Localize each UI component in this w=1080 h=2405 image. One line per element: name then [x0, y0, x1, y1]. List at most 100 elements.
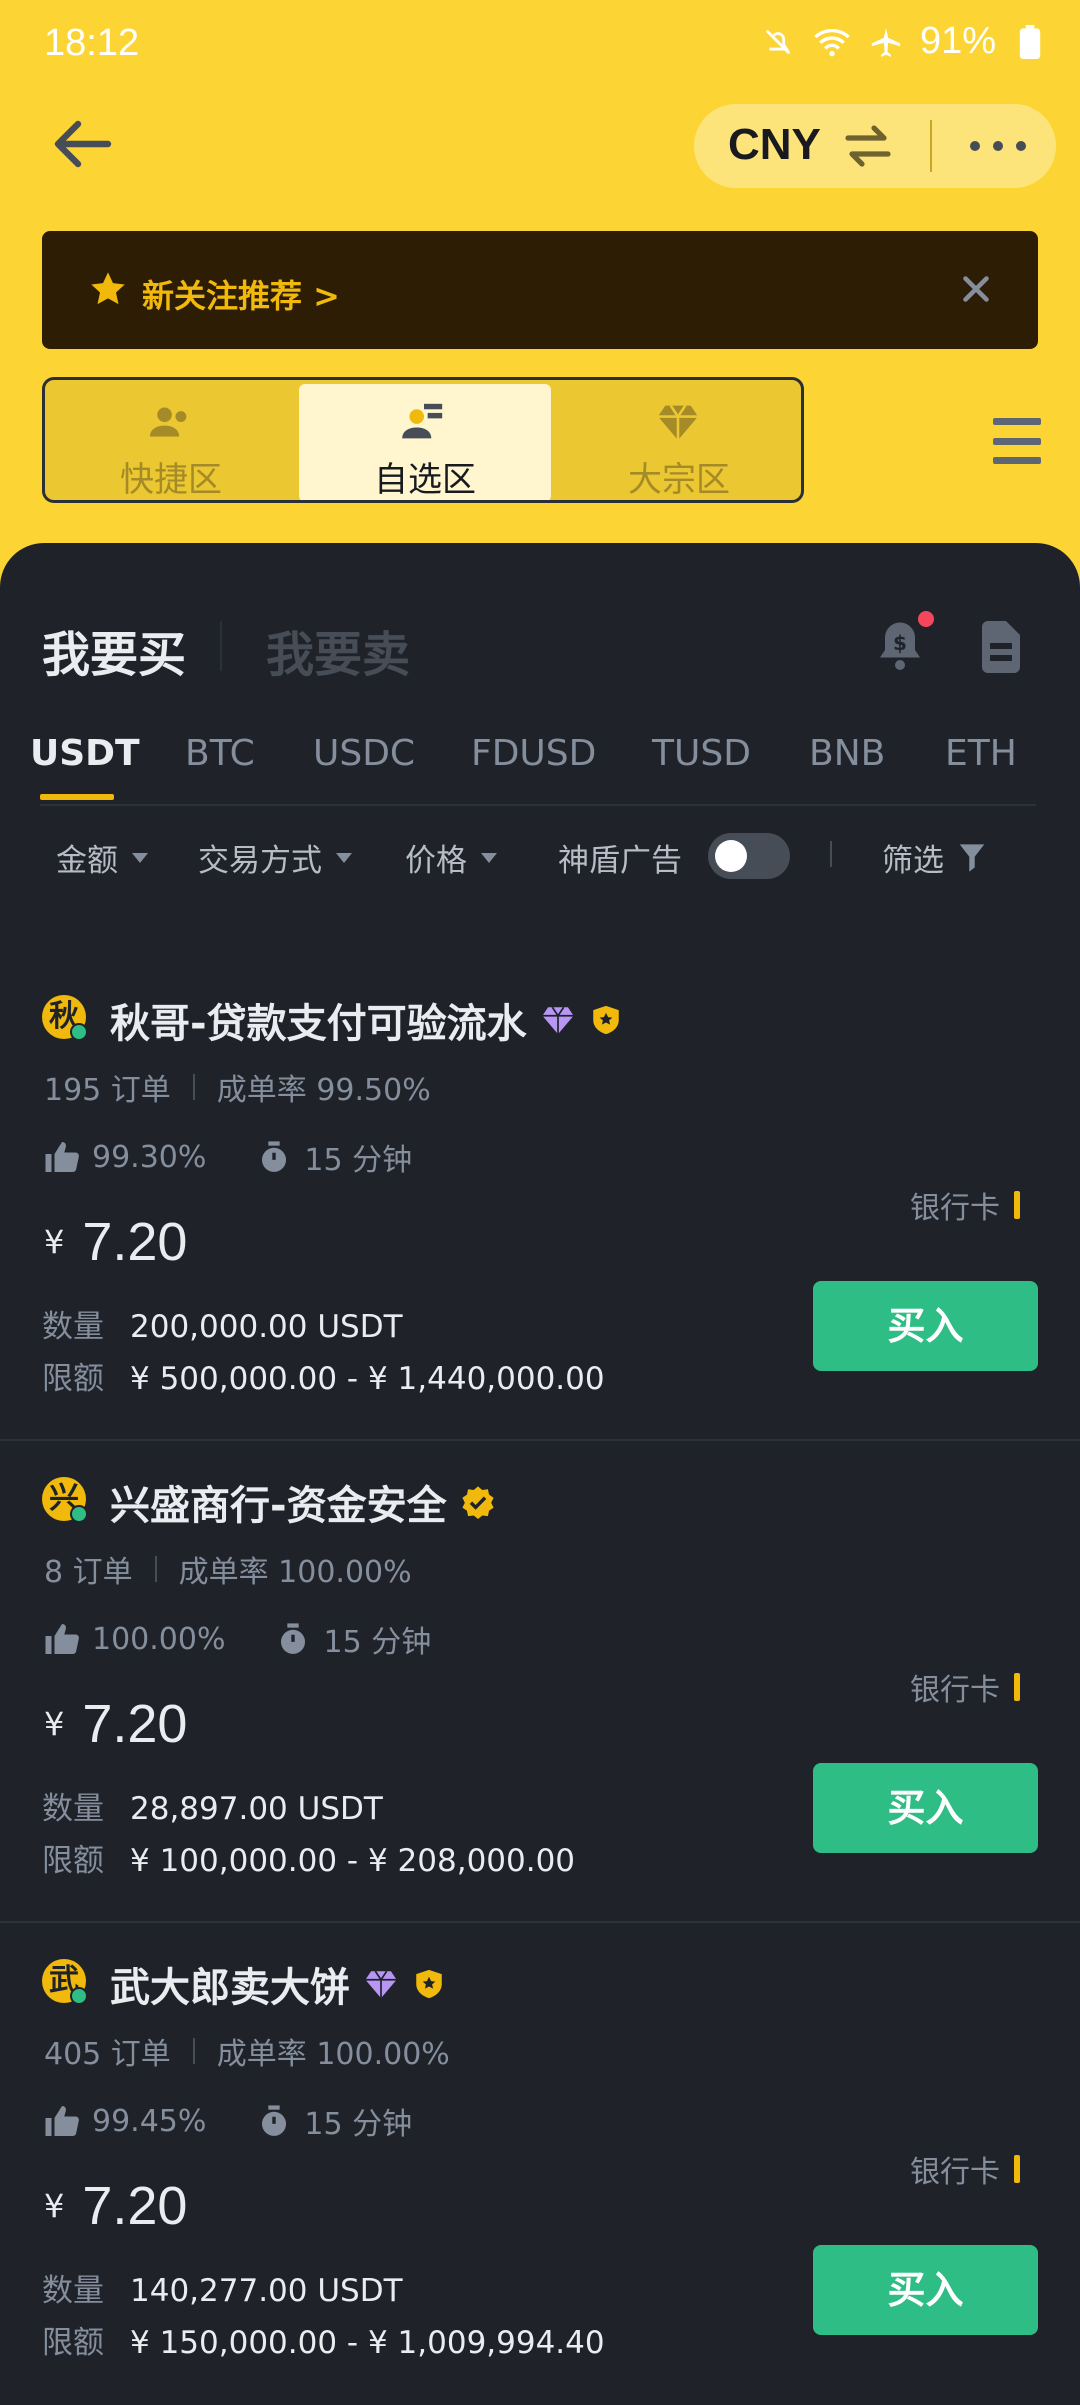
merchant-name-text: 秋哥-贷款支付可验流水	[110, 1001, 527, 1047]
coin-tab-tusd[interactable]: TUSD	[652, 733, 751, 774]
coin-tab-fdusd[interactable]: FDUSD	[471, 733, 596, 774]
ad-card: 兴 兴盛商行-资金安全 8 订单 成单率 100.00% 100.00% 15 分…	[0, 1443, 1080, 1923]
currency-selector[interactable]: CNY	[694, 104, 1056, 188]
thumbs-up-icon	[45, 2106, 79, 2137]
quantity-label: 数量	[42, 1309, 104, 1345]
tab-label: 大宗区	[628, 460, 730, 500]
payment-method: 银行卡	[910, 2147, 1020, 2191]
buy-button[interactable]: 买入	[813, 2245, 1038, 2335]
recommend-banner[interactable]: 新关注推荐 >	[42, 231, 1038, 349]
star-icon	[88, 269, 128, 309]
banner-text: 新关注推荐 >	[142, 277, 340, 315]
filter-bar: 金额 交易方式 价格 神盾广告 筛选	[0, 833, 1080, 905]
merchant-name-text: 武大郎卖大饼	[110, 1965, 350, 2011]
tab-buy[interactable]: 我要买	[42, 615, 186, 685]
ad-divider	[0, 1439, 1080, 1441]
avatar[interactable]: 秋	[42, 995, 88, 1041]
order-count: 405 订单	[44, 2037, 171, 2072]
pill-divider	[930, 120, 932, 172]
payment-color-bar	[1014, 2155, 1020, 2183]
positive-rate: 99.30%	[92, 1139, 207, 1175]
back-arrow-icon[interactable]	[52, 118, 112, 170]
timer-icon	[281, 1623, 306, 1654]
tab-sell[interactable]: 我要卖	[266, 615, 410, 685]
merchant-name[interactable]: 兴盛商行-资金安全	[110, 1473, 495, 1531]
shield-ads-toggle[interactable]	[708, 833, 790, 879]
quantity-row: 数量 200,000.00 USDT	[42, 1301, 403, 1346]
filter-amount[interactable]: 金额	[56, 835, 148, 880]
payment-time: 15 分钟	[304, 2107, 413, 2142]
coin-tab-btc[interactable]: BTC	[185, 733, 255, 774]
status-time: 18:12	[44, 22, 140, 64]
quantity-value: 200,000.00 USDT	[130, 1309, 403, 1345]
merchant-name[interactable]: 秋哥-贷款支付可验流水	[110, 991, 623, 1049]
merchant-metrics: 100.00% 15 分钟	[44, 1617, 431, 1661]
limit-row: 限额 ¥ 100,000.00 - ¥ 208,000.00	[42, 1835, 575, 1880]
status-bar: 18:12 91%	[0, 0, 1080, 92]
status-icons: 91%	[758, 20, 1050, 63]
buy-button[interactable]: 买入	[813, 1281, 1038, 1371]
wifi-icon	[812, 22, 852, 62]
timer-icon	[262, 2105, 287, 2136]
coin-tab-bnb[interactable]: BNB	[809, 733, 885, 774]
merchant-name[interactable]: 武大郎卖大饼	[110, 1955, 446, 2013]
notification-dot	[918, 611, 934, 627]
menu-icon[interactable]	[993, 418, 1041, 464]
shield-ads-label: 神盾广告	[558, 835, 682, 880]
payment-time: 15 分钟	[304, 1143, 413, 1178]
coin-tabs-divider	[40, 804, 1036, 806]
toggle-knob	[715, 840, 747, 872]
quantity-value: 140,277.00 USDT	[130, 2273, 403, 2309]
tab-select-zone[interactable]: 自选区	[299, 384, 551, 500]
avatar[interactable]: 兴	[42, 1477, 88, 1523]
coin-tabs: USDT BTC USDC FDUSD TUSD BNB ETH	[0, 733, 1080, 803]
completion-rate: 成单率 99.50%	[216, 1073, 431, 1108]
ad-price: ¥7.20	[44, 2175, 187, 2237]
verified-badge-icon	[462, 1486, 494, 1519]
diamond-badge-icon	[542, 1006, 574, 1035]
limit-value: ¥ 500,000.00 - ¥ 1,440,000.00	[130, 1361, 605, 1397]
filter-price-label: 价格	[405, 843, 467, 879]
airplane-icon	[866, 22, 906, 62]
diamond-badge-icon	[365, 1970, 397, 1999]
online-dot	[70, 1987, 88, 2005]
ad-price: ¥7.20	[44, 1693, 187, 1755]
price-value: 7.20	[82, 1694, 188, 1754]
coin-tab-usdt[interactable]: USDT	[30, 733, 140, 774]
swap-icon[interactable]	[844, 124, 892, 168]
currency-label: CNY	[728, 120, 821, 169]
limit-label: 限额	[42, 1843, 104, 1879]
filter-button[interactable]: 筛选	[882, 835, 986, 880]
caret-down-icon	[132, 852, 148, 863]
header-area: 18:12 91% CNY 新关注推荐 > 快捷区 自选区 大宗区	[0, 0, 1080, 600]
coin-tab-eth[interactable]: ETH	[945, 733, 1017, 774]
currency-symbol: ¥	[44, 2187, 65, 2225]
order-count: 195 订单	[44, 1073, 171, 1108]
coin-tab-usdc[interactable]: USDC	[313, 733, 415, 774]
buy-button[interactable]: 买入	[813, 1763, 1038, 1853]
limit-label: 限额	[42, 2325, 104, 2361]
payment-color-bar	[1014, 1191, 1020, 1219]
p2p-panel: 我要买 我要卖 $ USDT BTC USDC FDUSD TUSD BNB E…	[0, 543, 1080, 2361]
merchant-metrics: 99.30% 15 分钟	[44, 1135, 412, 1179]
orders-icon[interactable]	[980, 619, 1022, 675]
shield-ads-text: 神盾广告	[558, 843, 682, 879]
filter-divider	[830, 841, 832, 867]
close-icon[interactable]	[958, 271, 994, 307]
payment-method: 银行卡	[910, 1665, 1020, 1709]
active-coin-indicator	[40, 794, 114, 800]
price-value: 7.20	[82, 1212, 188, 1272]
limit-row: 限额 ¥ 500,000.00 - ¥ 1,440,000.00	[42, 1353, 605, 1398]
filter-price[interactable]: 价格	[405, 835, 497, 880]
tab-block-zone[interactable]: 大宗区	[553, 384, 801, 500]
payment-method-label: 银行卡	[910, 1191, 1000, 1226]
caret-down-icon	[336, 852, 352, 863]
payment-time: 15 分钟	[323, 1625, 432, 1660]
quantity-value: 28,897.00 USDT	[130, 1791, 383, 1827]
more-options-icon[interactable]	[970, 122, 1026, 170]
avatar[interactable]: 武	[42, 1959, 88, 2005]
filter-payment[interactable]: 交易方式	[198, 835, 352, 880]
quantity-label: 数量	[42, 2273, 104, 2309]
tab-quick-zone[interactable]: 快捷区	[45, 384, 297, 500]
users-icon	[148, 402, 192, 442]
